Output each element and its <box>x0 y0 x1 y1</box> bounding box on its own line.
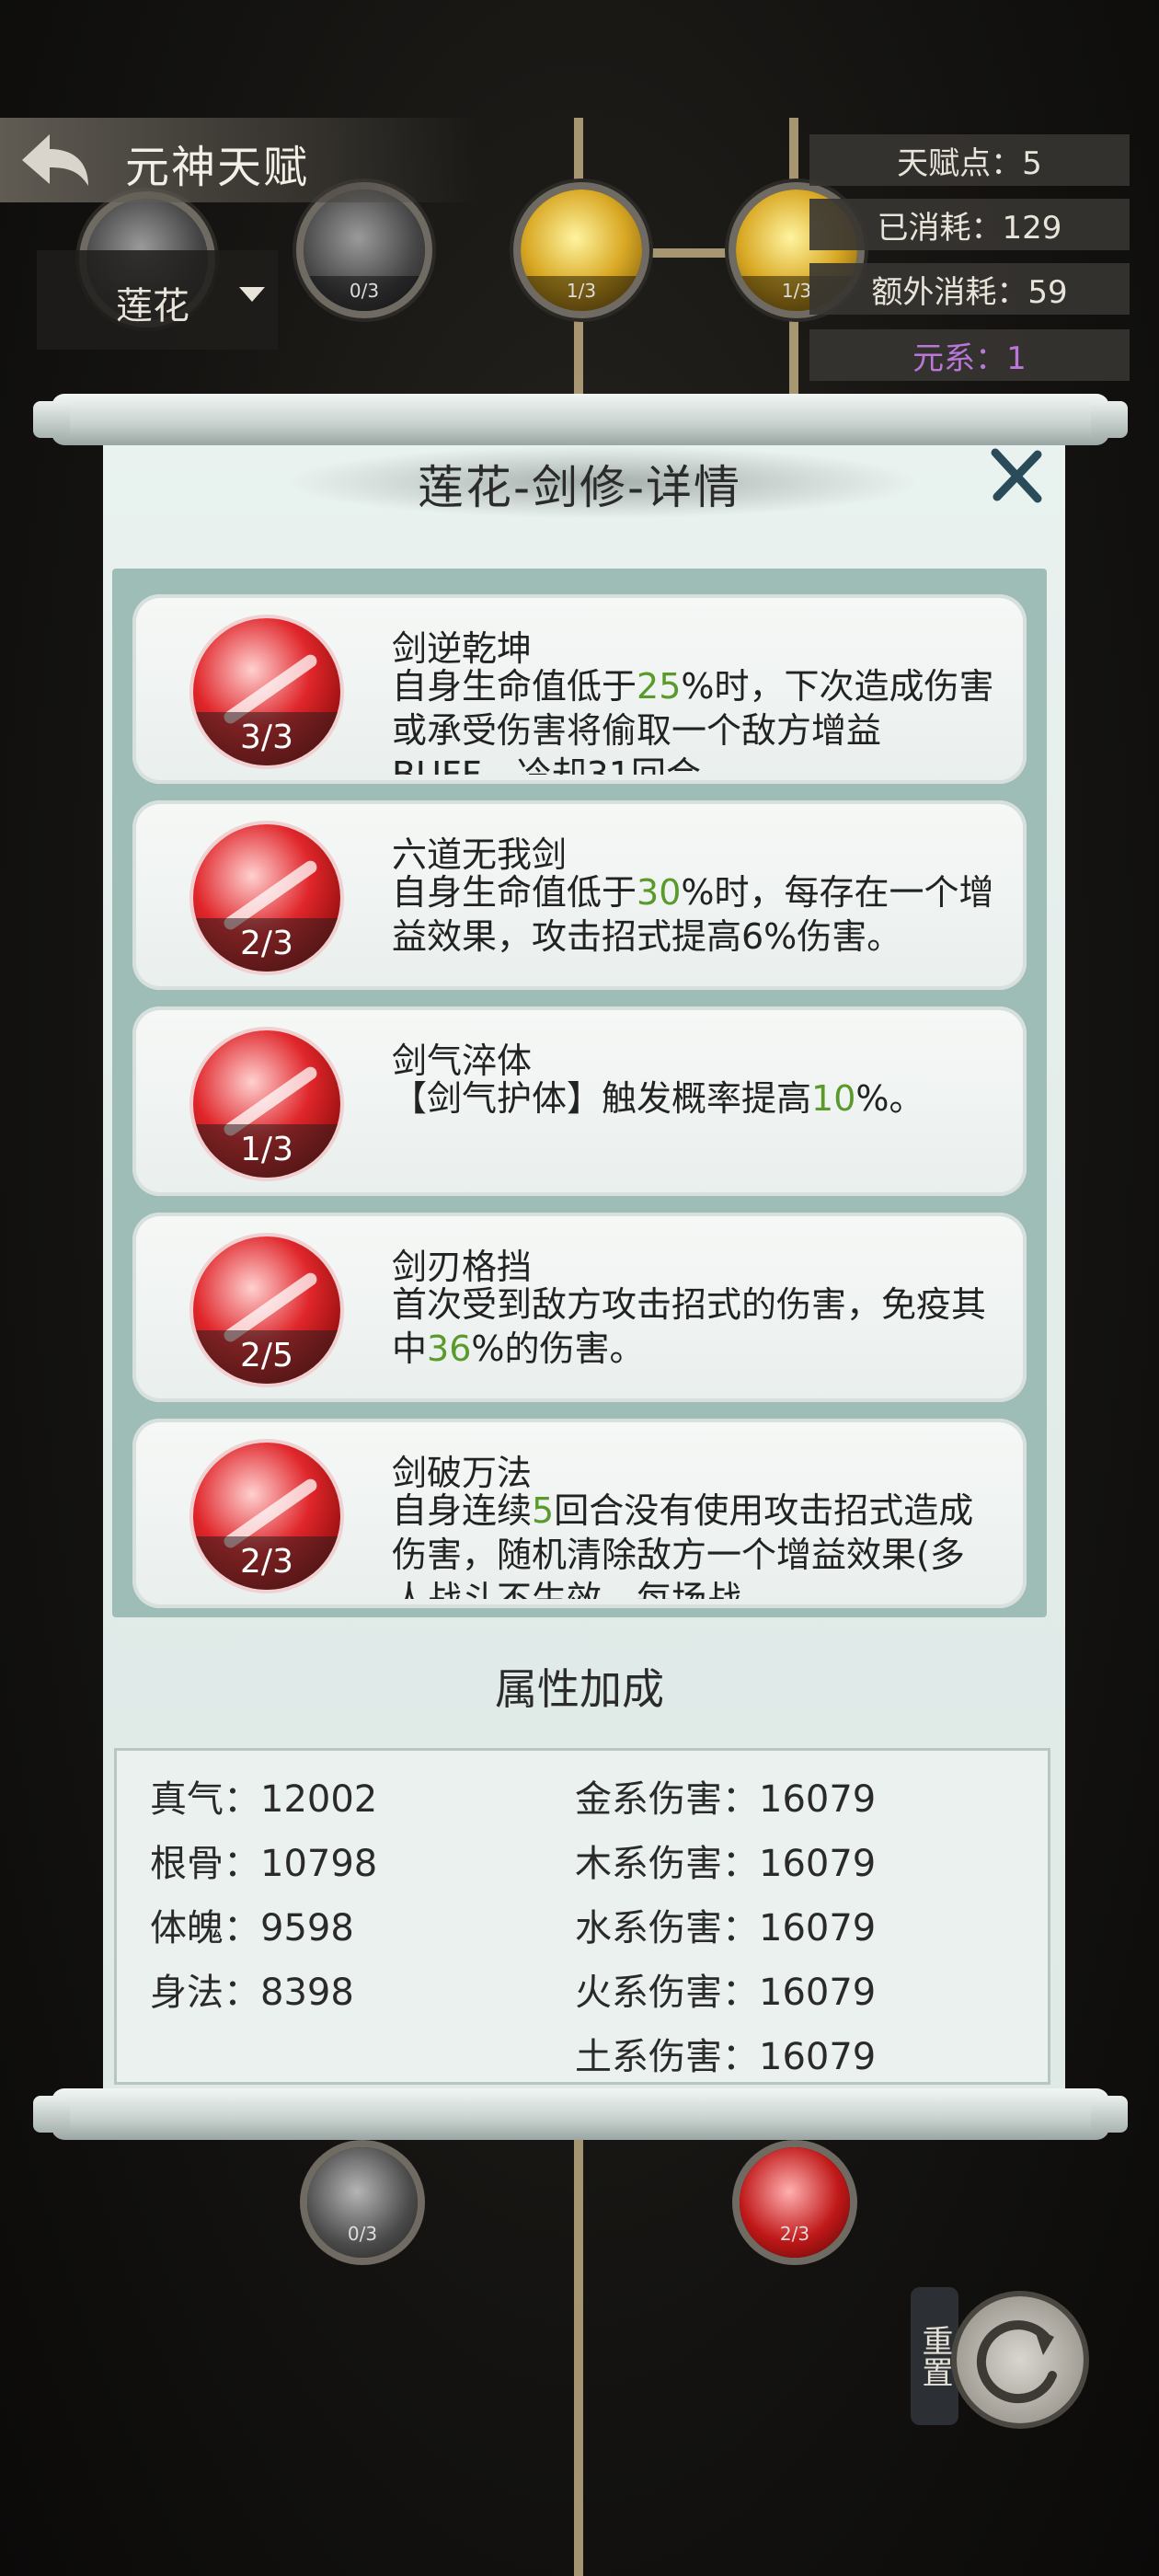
refresh-icon <box>976 2320 1057 2404</box>
skill-name: 剑破万法 <box>392 1453 533 1493</box>
close-icon[interactable] <box>988 447 1045 504</box>
skill-card[interactable]: 1/3 剑气淬体 【剑气护体】触发概率提高10%。 <box>132 1006 1027 1196</box>
node-count: 0/3 <box>347 2223 378 2245</box>
tree-node[interactable]: 0/3 <box>307 2147 418 2258</box>
node-count: 2/3 <box>779 2223 810 2245</box>
skill-card[interactable]: 2/3 剑破万法 自身连续5回合没有使用攻击招式造成伤害，随机清除敌方一个增益效… <box>132 1419 1027 1608</box>
page-title: 元神天赋 <box>125 142 310 193</box>
skill-name: 剑逆乾坤 <box>392 628 533 669</box>
header-bar: 元神天赋 <box>0 118 478 202</box>
skill-desc: 首次受到敌方攻击招式的伤害，免疫其中36%的伤害。 <box>392 1284 987 1369</box>
skill-name: 六道无我剑 <box>392 834 568 875</box>
attr-left: 身法：8398 <box>150 1972 354 2014</box>
talent-select[interactable]: 莲花 <box>37 250 278 350</box>
skill-level: 2/5 <box>193 1330 340 1384</box>
chevron-down-icon <box>239 287 265 302</box>
skill-level: 2/3 <box>193 918 340 972</box>
skill-name: 剑刃格挡 <box>392 1247 533 1287</box>
scroll-rod-bottom <box>33 2088 1128 2140</box>
tree-node[interactable]: 1/3 <box>521 190 642 311</box>
attr-left: 体魄：9598 <box>150 1907 354 1949</box>
skill-desc: 自身生命值低于30%时，每存在一个增益效果，攻击招式提高6%伤害。 <box>392 872 994 957</box>
select-value: 莲花 <box>116 285 189 328</box>
skill-icon: 2/5 <box>193 1236 340 1384</box>
skill-level: 1/3 <box>193 1124 340 1178</box>
node-count: 1/3 <box>521 276 642 311</box>
element-pill: 元系：1 <box>809 329 1130 381</box>
talent-points-pill: 天赋点：5 <box>809 134 1130 186</box>
skill-icon: 2/3 <box>193 1443 340 1590</box>
skill-card[interactable]: 3/3 剑逆乾坤 自身生命值低于25%时，下次造成伤害或承受伤害将偷取一个敌方增… <box>132 594 1027 784</box>
skill-desc: 【剑气护体】触发概率提高10%。 <box>392 1078 924 1119</box>
attr-right: 木系伤害：16079 <box>575 1843 877 1885</box>
modal-title: 莲花-剑修-详情 <box>417 461 742 514</box>
attr-right: 土系伤害：16079 <box>575 2036 877 2078</box>
skill-icon: 2/3 <box>193 824 340 972</box>
tree-line <box>635 248 736 258</box>
node-count: 0/3 <box>304 276 425 311</box>
scroll-rod-top <box>33 394 1128 445</box>
attr-right: 水系伤害：16079 <box>575 1907 877 1949</box>
back-arrow-icon[interactable] <box>18 129 92 191</box>
skill-icon: 3/3 <box>193 618 340 765</box>
skill-card[interactable]: 2/5 剑刃格挡 首次受到敌方攻击招式的伤害，免疫其中36%的伤害。 <box>132 1213 1027 1402</box>
attr-right: 金系伤害：16079 <box>575 1778 877 1821</box>
reset-label: 重置 <box>911 2287 958 2425</box>
extra-consumed-pill: 额外消耗：59 <box>809 263 1130 315</box>
skill-list[interactable]: 3/3 剑逆乾坤 自身生命值低于25%时，下次造成伤害或承受伤害将偷取一个敌方增… <box>112 569 1047 1617</box>
reset-button[interactable] <box>957 2296 1084 2423</box>
skill-desc: 自身生命值低于25%时，下次造成伤害或承受伤害将偷取一个敌方增益BUFF，冷却3… <box>392 666 994 775</box>
skill-card[interactable]: 2/3 六道无我剑 自身生命值低于30%时，每存在一个增益效果，攻击招式提高6%… <box>132 800 1027 990</box>
attr-left: 真气：12002 <box>150 1778 378 1821</box>
tree-node[interactable]: 2/3 <box>740 2147 850 2258</box>
attr-left: 根骨：10798 <box>150 1843 378 1885</box>
skill-icon: 1/3 <box>193 1030 340 1178</box>
skill-name: 剑气淬体 <box>392 1041 533 1081</box>
tree-node[interactable]: 0/3 <box>304 190 425 311</box>
skill-level: 3/3 <box>193 712 340 765</box>
tree-line <box>574 2134 583 2576</box>
attr-table: 真气：12002 根骨：10798 体魄：9598 身法：8398 金系伤害：1… <box>114 1748 1050 2085</box>
attr-section-title: 属性加成 <box>495 1664 664 1714</box>
attr-right: 火系伤害：16079 <box>575 1972 877 2014</box>
skill-level: 2/3 <box>193 1536 340 1590</box>
skill-desc: 自身连续5回合没有使用攻击招式造成伤害，随机清除敌方一个增益效果(多人战斗不生效… <box>392 1490 974 1599</box>
consumed-pill: 已消耗：129 <box>809 199 1130 250</box>
